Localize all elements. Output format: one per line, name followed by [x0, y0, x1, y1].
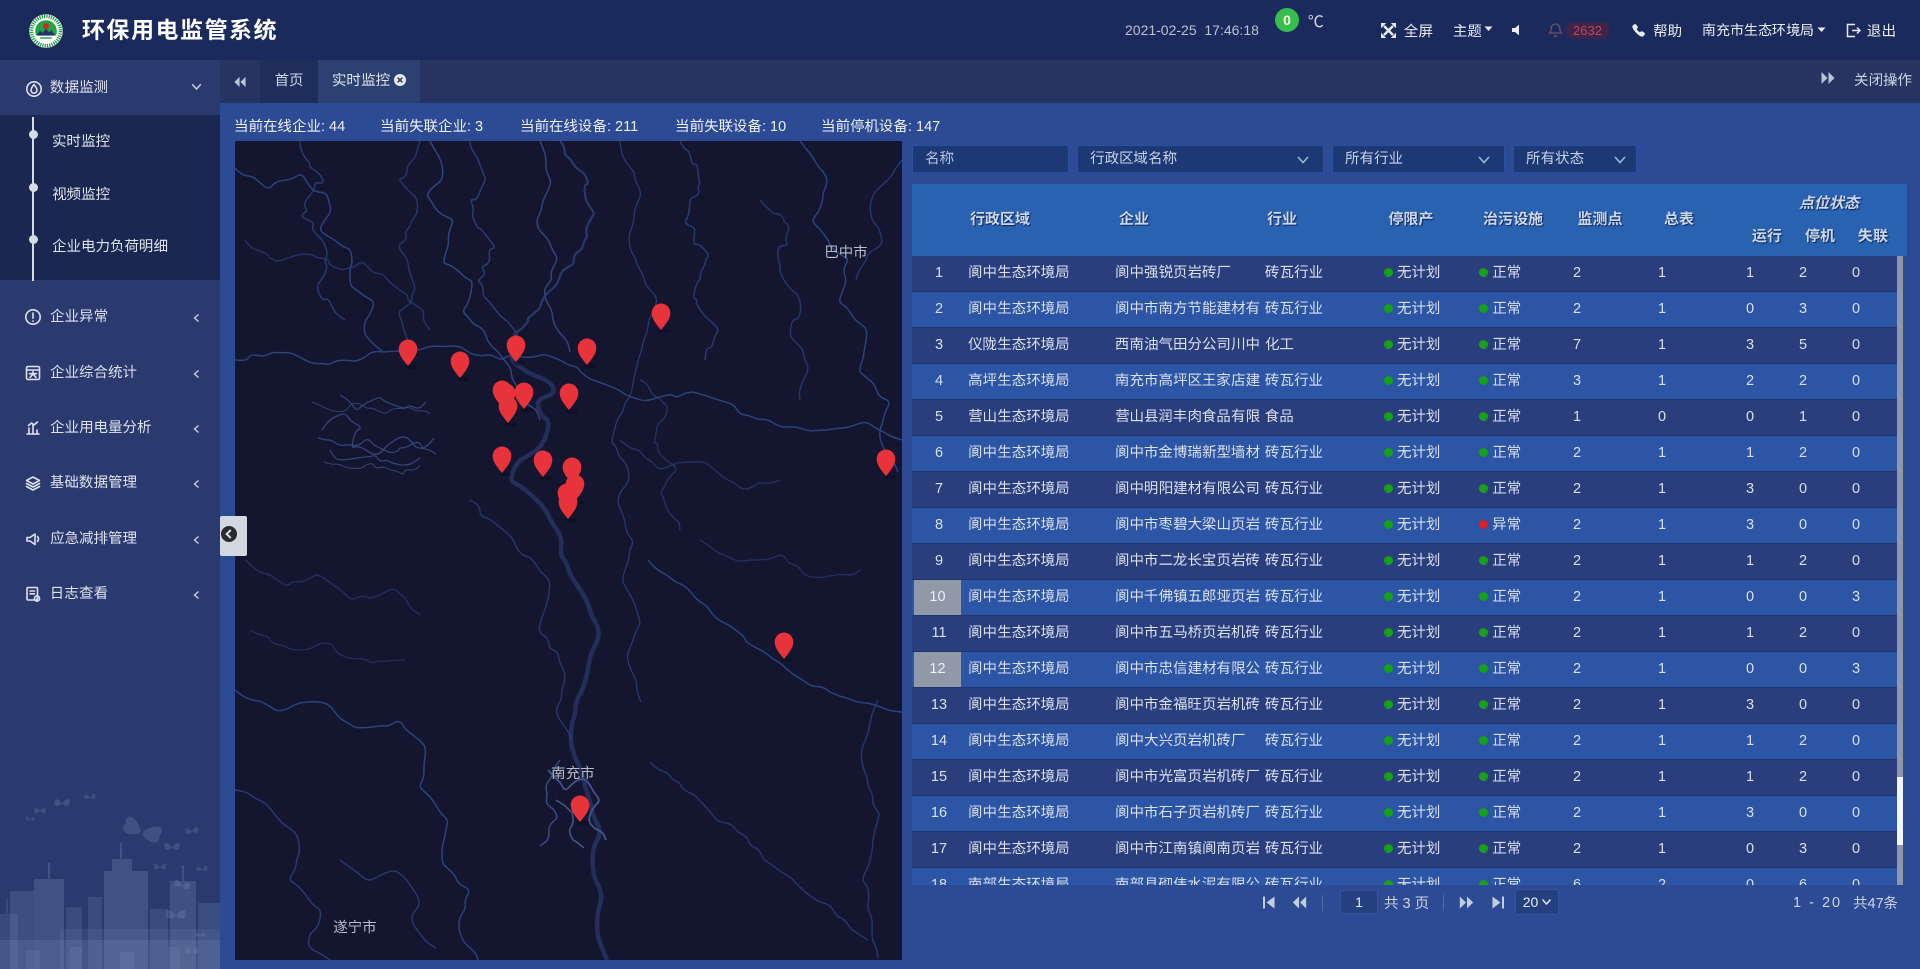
- svg-text:遂宁市: 遂宁市: [333, 916, 377, 937]
- svg-text:巴中市: 巴中市: [824, 241, 868, 262]
- svg-text:南充市: 南充市: [551, 762, 595, 783]
